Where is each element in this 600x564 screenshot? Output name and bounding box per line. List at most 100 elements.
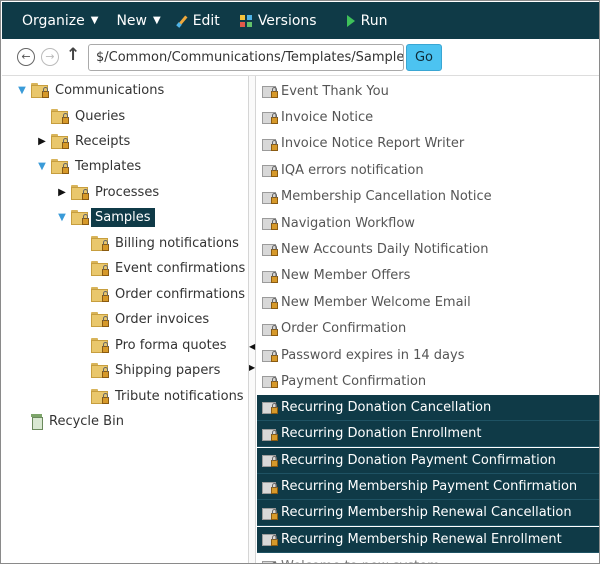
list-item-label: Order Confirmation [281, 321, 407, 337]
list-item[interactable]: Recurring Donation Cancellation [257, 394, 599, 421]
tree-item[interactable]: ▼ Templates [36, 154, 145, 178]
forward-button[interactable]: → [41, 48, 59, 66]
tree-item[interactable]: Recycle Bin [16, 409, 128, 433]
collapsed-icon[interactable]: ▶ [56, 187, 68, 198]
list-item[interactable]: Membership Cancellation Notice [257, 184, 599, 210]
run-label: Run [360, 12, 388, 29]
list-item[interactable]: Event Thank You [257, 78, 599, 104]
list-item-label: Recurring Donation Cancellation [281, 399, 492, 415]
list-item-label: Invoice Notice Report Writer [281, 136, 465, 152]
list-item[interactable]: Payment Confirmation [257, 368, 599, 394]
locked-document-icon [262, 560, 277, 563]
lock-icon [271, 482, 278, 494]
tree-item[interactable]: ▼ Communications [16, 78, 168, 102]
path-input[interactable] [88, 44, 404, 71]
tree-item[interactable]: ▶ Processes [56, 180, 163, 204]
new-menu[interactable]: New ▼ [108, 2, 168, 39]
organize-menu[interactable]: Organize ▼ [2, 2, 108, 39]
versions-button[interactable]: Versions [228, 2, 325, 39]
list-item[interactable]: Navigation Workflow [257, 210, 599, 236]
new-label: New [116, 12, 147, 29]
locked-document-icon [262, 401, 278, 415]
panel-splitter[interactable]: ◀ ▶ [248, 76, 256, 563]
locked-folder-icon [71, 185, 89, 200]
list-item[interactable]: Order Confirmation [257, 316, 599, 342]
list-item[interactable]: New Member Offers [257, 263, 599, 289]
locked-document-icon [262, 454, 278, 468]
tree-item-label: Billing notifications [115, 235, 239, 251]
list-item-label: New Member Offers [281, 268, 411, 284]
lock-icon [271, 192, 278, 204]
tree-item[interactable]: Order confirmations [76, 282, 249, 306]
list-item[interactable]: IQA errors notification [257, 157, 599, 183]
lock-icon [62, 113, 69, 124]
locked-document-icon [262, 428, 278, 441]
lock-icon [271, 245, 278, 257]
expanded-icon[interactable]: ▼ [36, 161, 48, 172]
expand-right-icon[interactable]: ▶ [249, 363, 255, 372]
lock-icon [82, 189, 89, 200]
lock-icon [271, 403, 278, 415]
list-item[interactable]: Recurring Donation Payment Confirmation [257, 447, 599, 474]
lock-icon [271, 113, 278, 125]
toolbar: Organize ▼ New ▼ Edit Versions Run [2, 2, 599, 39]
expanded-icon[interactable]: ▼ [56, 212, 68, 223]
list-item-label: New Member Welcome Email [281, 294, 471, 310]
run-button[interactable]: Run [325, 2, 396, 39]
expanded-icon[interactable]: ▼ [16, 85, 28, 96]
tree-item-label: Samples [91, 207, 155, 227]
list-item[interactable]: Welcome to new system [257, 553, 599, 563]
lock-icon [271, 298, 278, 310]
tree-item-label: Event confirmations [115, 260, 246, 276]
tree-item-label: Receipts [75, 133, 131, 149]
lock-icon [62, 138, 69, 149]
list-item-label: Navigation Workflow [281, 215, 415, 231]
list-item[interactable]: Recurring Donation Enrollment [257, 421, 599, 448]
lock-icon [271, 219, 278, 230]
locked-folder-icon [91, 287, 109, 302]
locked-folder-icon [51, 134, 69, 149]
tree-item[interactable]: Pro forma quotes [76, 333, 230, 357]
tree-item-label: Communications [55, 82, 165, 98]
lock-icon [42, 87, 49, 98]
collapsed-icon[interactable]: ▶ [36, 136, 48, 147]
list-item-label: Payment Confirmation [281, 373, 427, 389]
list-item[interactable]: Password expires in 14 days [257, 342, 599, 368]
go-button[interactable]: Go [406, 44, 442, 71]
locked-document-icon [262, 191, 278, 204]
locked-folder-icon [91, 338, 109, 353]
edit-button[interactable]: Edit [169, 2, 228, 39]
locked-document-icon [262, 111, 278, 125]
list-item[interactable]: Recurring Membership Payment Confirmatio… [257, 474, 599, 500]
back-button[interactable]: ← [17, 48, 35, 66]
list-item-label: Recurring Donation Payment Confirmation [281, 452, 556, 468]
lock-icon [271, 429, 278, 441]
lock-icon [102, 393, 109, 404]
list-item[interactable]: Invoice Notice Report Writer [257, 131, 599, 157]
lock-icon [271, 456, 278, 468]
lock-icon [271, 377, 278, 389]
collapse-left-icon[interactable]: ◀ [249, 342, 255, 351]
tree-item[interactable]: Order invoices [76, 307, 213, 331]
tree-item[interactable]: Billing notifications [76, 231, 243, 255]
list-item[interactable]: Recurring Membership Renewal Cancellatio… [257, 500, 599, 527]
tree-item[interactable]: ▶ Receipts [36, 129, 134, 153]
locked-document-icon [262, 217, 278, 230]
locked-folder-icon [91, 312, 109, 327]
lock-icon [102, 240, 109, 251]
locked-folder-icon [31, 83, 49, 98]
list-item[interactable]: Invoice Notice [257, 104, 599, 130]
list-item-label: Recurring Membership Renewal Enrollment [281, 531, 562, 547]
tree-item[interactable]: Queries [36, 104, 129, 128]
list-item[interactable]: New Member Welcome Email [257, 289, 599, 315]
tree-item[interactable]: Tribute notifications [76, 384, 248, 408]
chevron-down-icon: ▼ [152, 15, 161, 26]
up-button[interactable]: ↑ [66, 45, 80, 65]
tree-item[interactable]: Shipping papers [76, 358, 224, 382]
list-item[interactable]: New Accounts Daily Notification [257, 236, 599, 262]
list-item[interactable]: Recurring Membership Renewal Enrollment [257, 526, 599, 553]
list-item-label: Recurring Membership Renewal Cancellatio… [281, 505, 572, 521]
tree-item[interactable]: Event confirmations [76, 256, 249, 280]
tree-item[interactable]: ▼ Samples [56, 205, 155, 229]
list-item-label: IQA errors notification [281, 162, 424, 178]
